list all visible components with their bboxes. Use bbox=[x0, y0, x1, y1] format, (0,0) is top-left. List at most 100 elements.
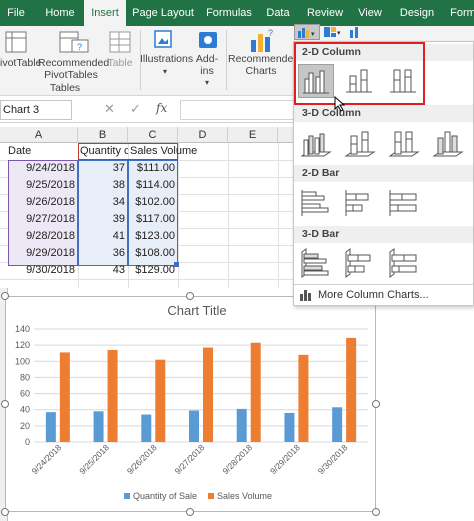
stacked-bar-option[interactable] bbox=[342, 186, 378, 220]
3d-100-stacked-bar-option[interactable] bbox=[386, 246, 422, 280]
tab-file[interactable]: File bbox=[0, 0, 32, 26]
column-header-a[interactable]: A bbox=[0, 127, 78, 143]
add-ins-label-2[interactable]: ins bbox=[192, 65, 222, 77]
svg-text:▾: ▾ bbox=[337, 30, 341, 37]
bar-sales-volume bbox=[59, 352, 70, 442]
cell-sales[interactable]: $108.00 bbox=[128, 245, 178, 262]
pivot-table-icon[interactable] bbox=[4, 30, 28, 54]
legend-swatch bbox=[208, 493, 214, 499]
cell-date[interactable]: 9/30/2018 bbox=[8, 262, 78, 279]
cell-date[interactable]: 9/26/2018 bbox=[8, 194, 78, 211]
illustrations-icon[interactable] bbox=[152, 28, 176, 52]
name-box[interactable]: Chart 3 bbox=[0, 100, 72, 120]
chart-svg[interactable]: Chart Title 0 20 40 60 80 100 120 140 9/24/2018 9/… bbox=[6, 297, 375, 511]
column-header-e[interactable]: E bbox=[228, 127, 278, 143]
recommended-charts-label-2[interactable]: Charts bbox=[228, 65, 294, 77]
x-tick-label: 9/28/2018 bbox=[220, 442, 254, 476]
chart-area[interactable]: Chart Title 0 20 40 60 80 100 120 140 9/24/2018 9/… bbox=[5, 296, 376, 512]
column-chart-icon: ▾ bbox=[298, 28, 315, 38]
chart-resize-handle[interactable] bbox=[1, 400, 9, 408]
tab-formulas[interactable]: Formulas bbox=[202, 0, 256, 26]
section-3d-bar: 3-D Bar bbox=[294, 226, 473, 243]
add-ins-label-1[interactable]: Add- bbox=[192, 53, 222, 65]
3d-clustered-bar-option[interactable] bbox=[298, 246, 334, 280]
cell-sales[interactable]: $117.00 bbox=[128, 211, 178, 228]
cell-date[interactable]: 9/25/2018 bbox=[8, 177, 78, 194]
cell-sales[interactable]: $123.00 bbox=[128, 228, 178, 245]
clustered-bar-option[interactable] bbox=[298, 186, 334, 220]
cell-qty[interactable]: 38 bbox=[78, 177, 128, 194]
cell-qty[interactable]: 34 bbox=[78, 194, 128, 211]
add-ins-icon[interactable] bbox=[196, 28, 220, 52]
cell-sales[interactable]: $111.00 bbox=[128, 160, 178, 177]
x-tick-label: 9/30/2018 bbox=[316, 442, 350, 476]
tab-format[interactable]: Form bbox=[446, 0, 474, 26]
fx-icon[interactable]: fx bbox=[156, 101, 167, 115]
3d-100-stacked-column-option[interactable] bbox=[386, 126, 422, 160]
chevron-down-icon[interactable]: ▾ bbox=[202, 77, 212, 89]
svg-text:▾: ▾ bbox=[311, 31, 315, 38]
cell-qty[interactable]: 39 bbox=[78, 211, 128, 228]
column-grid-line bbox=[278, 143, 279, 288]
column-header-c[interactable]: C bbox=[128, 127, 178, 143]
bar-sales-volume bbox=[203, 347, 213, 442]
recommended-pivot-icon[interactable]: ? bbox=[58, 30, 90, 54]
tab-page-layout[interactable]: Page Layout bbox=[130, 0, 196, 26]
y-tick-label: 0 bbox=[25, 437, 30, 447]
cell-qty[interactable]: 43 bbox=[78, 262, 128, 279]
3d-column-option[interactable] bbox=[430, 126, 466, 160]
tab-review[interactable]: Review bbox=[304, 0, 346, 26]
recommended-charts-label-1[interactable]: Recommended bbox=[228, 53, 299, 65]
cell-date[interactable]: 9/27/2018 bbox=[8, 211, 78, 228]
bar-quantity-of-sale bbox=[284, 412, 295, 442]
chart-resize-handle[interactable] bbox=[372, 400, 380, 408]
tab-insert[interactable]: Insert bbox=[84, 0, 126, 26]
illustrations-label[interactable]: Illustrations bbox=[140, 53, 193, 65]
recommended-pivot-label-1[interactable]: Recommended bbox=[38, 57, 109, 69]
pivot-table-label[interactable]: ivotTable bbox=[0, 57, 41, 69]
cell-sales[interactable]: $114.00 bbox=[128, 177, 178, 194]
bar-quantity-of-sale bbox=[93, 411, 104, 442]
cell-sales[interactable]: $129.00 bbox=[128, 262, 178, 279]
combo-chart-icon[interactable] bbox=[348, 24, 364, 40]
3d-clustered-column-option[interactable] bbox=[298, 126, 334, 160]
chart-resize-handle[interactable] bbox=[1, 508, 9, 516]
gallery-separator bbox=[294, 284, 473, 285]
cell-sales[interactable]: $102.00 bbox=[128, 194, 178, 211]
chart-resize-handle[interactable] bbox=[1, 292, 9, 300]
enter-icon[interactable]: ✓ bbox=[130, 101, 141, 117]
cell-qty[interactable]: 37 bbox=[78, 160, 128, 177]
tab-design[interactable]: Design bbox=[396, 0, 438, 26]
insert-column-chart-button[interactable]: ▾ bbox=[294, 24, 320, 40]
3d-stacked-column-option[interactable] bbox=[342, 126, 378, 160]
3d-stacked-bar-option[interactable] bbox=[342, 246, 378, 280]
column-header-b[interactable]: B bbox=[78, 127, 128, 143]
chevron-down-icon[interactable]: ▾ bbox=[160, 66, 170, 78]
bar-sales-volume bbox=[346, 337, 357, 442]
more-column-charts-link[interactable]: More Column Charts... bbox=[318, 288, 429, 302]
cancel-icon[interactable]: ✕ bbox=[104, 101, 115, 117]
cell-qty[interactable]: 41 bbox=[78, 228, 128, 245]
chart-resize-handle[interactable] bbox=[372, 508, 380, 516]
table-label[interactable]: Table bbox=[104, 57, 136, 69]
y-tick-label: 80 bbox=[20, 372, 30, 382]
column-header-d[interactable]: D bbox=[178, 127, 228, 143]
table-icon[interactable] bbox=[108, 30, 132, 54]
cell-header-date[interactable]: Date bbox=[8, 143, 78, 160]
clustered-bar-icon bbox=[301, 190, 329, 216]
recommended-charts-icon[interactable]: ? bbox=[248, 28, 276, 54]
tab-view[interactable]: View bbox=[352, 0, 388, 26]
chart-resize-handle[interactable] bbox=[186, 292, 194, 300]
cell-header-sales[interactable]: Sales Volume bbox=[130, 143, 197, 160]
recommended-pivot-label-2[interactable]: PivotTables bbox=[38, 69, 104, 81]
cell-date[interactable]: 9/29/2018 bbox=[8, 245, 78, 262]
tab-home[interactable]: Home bbox=[38, 0, 82, 26]
cell-qty[interactable]: 36 bbox=[78, 245, 128, 262]
hierarchy-chart-icon[interactable]: ▾ bbox=[322, 24, 344, 40]
cell-date[interactable]: 9/24/2018 bbox=[8, 160, 78, 177]
cell-date[interactable]: 9/28/2018 bbox=[8, 228, 78, 245]
cell-header-quantity[interactable]: Quantity c bbox=[80, 143, 128, 160]
chart-resize-handle[interactable] bbox=[186, 508, 194, 516]
tab-data[interactable]: Data bbox=[262, 0, 294, 26]
100-stacked-bar-option[interactable] bbox=[386, 186, 422, 220]
